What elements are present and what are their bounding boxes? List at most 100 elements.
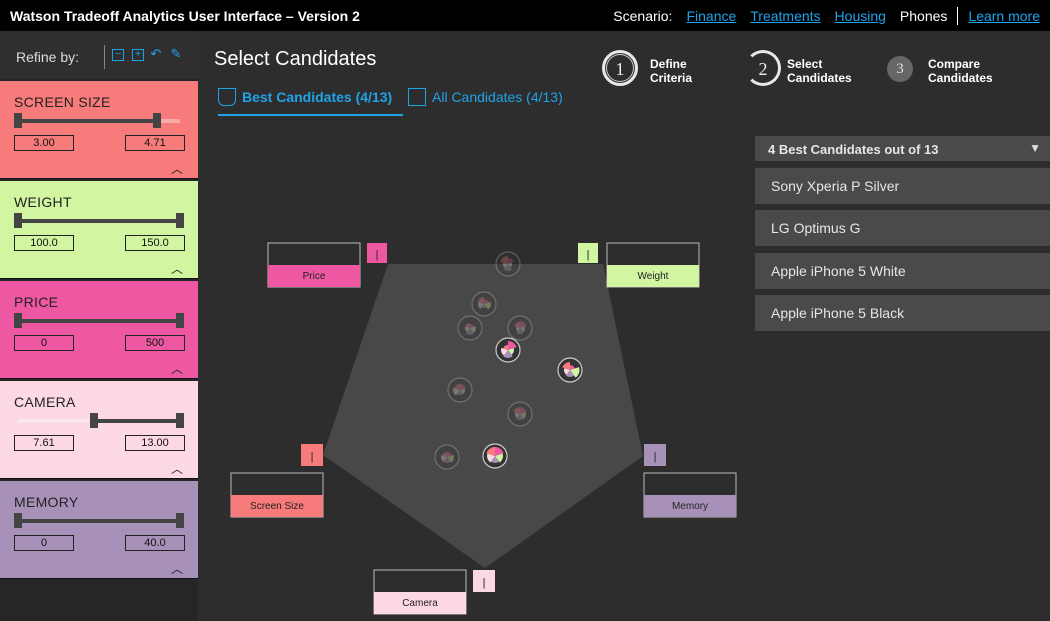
candidate-item-lg-optimus-g[interactable]: LG Optimus G [755,210,1050,246]
axis-camera[interactable]: Camera | [373,569,495,615]
collapse-all-icon[interactable]: − [112,49,124,61]
filter-track [18,119,158,123]
filter-camera: CAMERA 7.61 13.00 ︿ [0,381,198,479]
candidate-glyph[interactable] [471,291,497,317]
filter-max-value[interactable]: 40.0 [125,535,185,551]
pentagon-icon [218,88,236,106]
filter-max-value[interactable]: 150.0 [125,235,185,251]
filter-screen-size: SCREEN SIZE 3.00 4.71 ︿ [0,81,198,179]
step-define-criteria[interactable]: 1 Define Criteria [602,50,742,86]
filter-track [18,219,180,223]
axis-label: Screen Size [250,501,304,512]
candidate-item-iphone-5-white[interactable]: Apple iPhone 5 White [755,253,1050,289]
filter-max-value[interactable]: 4.71 [125,135,185,151]
filter-min-value[interactable]: 0 [14,535,74,551]
candidate-item-iphone-5-black[interactable]: Apple iPhone 5 Black [755,295,1050,331]
divider [957,7,959,25]
refine-label: Refine by: [16,49,80,65]
svg-text:|: | [483,577,486,589]
dropdown-arrow-icon[interactable]: ▼ [1029,141,1041,155]
filter-max-handle[interactable] [176,413,184,428]
filter-min-handle[interactable] [14,113,22,128]
filter-min-handle[interactable] [14,313,22,328]
tradeoff-map[interactable]: Price | | Weight | Memory Camera | | Scr… [200,120,750,621]
app-title: Watson Tradeoff Analytics User Interface… [10,8,360,24]
candidate-glyph[interactable] [482,443,508,469]
filter-min-handle[interactable] [14,513,22,528]
step-select-candidates[interactable]: 2 Select Candidates [745,50,885,86]
candidate-glyph[interactable] [507,315,533,341]
reset-icon[interactable]: ↶ [150,47,162,61]
candidate-glyph[interactable] [434,444,460,470]
candidate-item-sony-xperia-p-silver[interactable]: Sony Xperia P Silver [755,168,1050,204]
chevron-up-icon[interactable]: ︿ [171,360,183,377]
axis-price[interactable]: Price | [267,242,387,288]
filter-price: PRICE 0 500 ︿ [0,281,198,379]
learn-more-link[interactable]: Learn more [968,8,1040,24]
axis-label: Price [303,271,326,282]
chevron-up-icon[interactable]: ︿ [171,560,183,577]
candidate-glyph[interactable] [495,251,521,277]
filter-max-handle[interactable] [176,313,184,328]
filter-max-value[interactable]: 500 [125,335,185,351]
filter-track [18,319,180,323]
step-label: Compare Candidates [928,57,993,85]
candidate-label: Apple iPhone 5 White [771,263,906,279]
axis-memory[interactable]: | Memory [643,444,737,518]
step-label: Select Candidates [787,57,852,85]
scenario-nav: Scenario: Finance Treatments Housing Pho… [613,7,1040,25]
scenario-link-housing[interactable]: Housing [835,8,886,24]
grid-icon [408,88,426,106]
top-bar: Watson Tradeoff Analytics User Interface… [0,0,1050,31]
filter-weight: WEIGHT 100.0 150.0 ︿ [0,181,198,279]
scenario-link-treatments[interactable]: Treatments [750,8,820,24]
scenario-link-finance[interactable]: Finance [686,8,736,24]
axis-label: Camera [402,598,438,609]
candidate-label: LG Optimus G [771,220,861,236]
edit-icon[interactable]: ✎ [170,47,182,61]
scenario-label: Scenario: [613,8,673,24]
svg-text:|: | [587,249,590,261]
candidate-count: 4 Best Candidates out of 13 [768,142,939,157]
step-number: 1 [602,50,638,86]
filter-max-handle[interactable] [176,213,184,228]
step-number: 2 [745,50,781,86]
filter-max-handle[interactable] [153,113,162,128]
candidate-list-header[interactable]: 4 Best Candidates out of 13 ▼ [755,136,1050,161]
sidebar: Refine by: − + ↶ ✎ SCREEN SIZE 3.00 4.71 ︿ W… [0,31,198,621]
filter-min-value[interactable]: 3.00 [14,135,74,151]
chevron-up-icon[interactable]: ︿ [171,160,183,177]
filter-track [94,419,180,423]
candidate-glyph[interactable] [507,401,533,427]
filter-min-value[interactable]: 100.0 [14,235,74,251]
filter-name: WEIGHT [14,194,72,210]
chevron-up-icon[interactable]: ︿ [171,460,183,477]
svg-text:|: | [311,451,314,463]
step-compare-candidates[interactable]: 3 Compare Candidates [887,50,1027,86]
chevron-up-icon[interactable]: ︿ [171,260,183,277]
candidate-glyph[interactable] [457,315,483,341]
candidate-glyph[interactable] [495,337,521,363]
candidate-glyph[interactable] [447,377,473,403]
divider [104,45,105,69]
filter-min-handle[interactable] [14,213,22,228]
filter-min-handle[interactable] [90,413,99,428]
filter-min-value[interactable]: 7.61 [14,435,74,451]
filter-max-handle[interactable] [176,513,184,528]
axis-label: Memory [672,501,708,512]
filter-track [18,519,180,523]
tab-best-candidates[interactable]: Best Candidates (4/13) [218,88,403,116]
app-root: { "header": { "title": "Watson Tradeoff … [0,0,1050,621]
svg-text:|: | [376,249,379,261]
candidate-label: Sony Xperia P Silver [771,178,900,194]
filter-name: SCREEN SIZE [14,94,111,110]
tab-all-candidates[interactable]: All Candidates (4/13) [408,88,563,116]
filter-name: CAMERA [14,394,76,410]
filter-name: MEMORY [14,494,79,510]
filter-max-value[interactable]: 13.00 [125,435,185,451]
filter-min-value[interactable]: 0 [14,335,74,351]
filter-list: SCREEN SIZE 3.00 4.71 ︿ WEIGHT 100.0 150.0 ︿ PRI… [0,81,198,581]
expand-all-icon[interactable]: + [132,49,144,61]
axis-screen-size[interactable]: | Screen Size [230,444,324,518]
candidate-glyph[interactable] [557,357,583,383]
